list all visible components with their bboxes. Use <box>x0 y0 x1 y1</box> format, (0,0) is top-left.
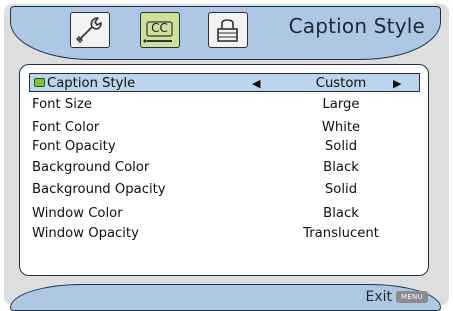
menu-row-window-color[interactable]: Window Color Black <box>32 205 404 222</box>
menu-row-font-size[interactable]: Font Size Large <box>32 96 404 113</box>
menu-row-font-opacity[interactable]: Font Opacity Solid <box>32 138 404 155</box>
cc-tab-label: CC <box>151 21 168 35</box>
menu-row-value: Black <box>323 160 359 175</box>
tab-setup[interactable] <box>70 12 110 48</box>
menu-row-value: Black <box>323 206 359 221</box>
menu-row-background-opacity[interactable]: Background Opacity Solid <box>32 181 404 198</box>
tab-lock[interactable] <box>208 12 248 48</box>
menu-row-label: Caption Style <box>47 76 136 91</box>
menu-row-value: Solid <box>324 182 358 197</box>
menu-row-value: Translucent <box>303 226 379 241</box>
menu-key-icon[interactable]: MENU <box>396 291 428 303</box>
footer-bar: Exit MENU <box>10 284 441 311</box>
menu-row-label: Font Size <box>32 97 92 112</box>
menu-row-background-color[interactable]: Background Color Black <box>32 159 404 176</box>
exit-label: Exit <box>365 289 392 305</box>
selection-icon <box>34 78 45 87</box>
menu-row-value: White <box>321 120 361 135</box>
menu-row-label: Font Color <box>32 120 100 135</box>
menu-row-window-opacity[interactable]: Window Opacity Translucent <box>32 225 404 242</box>
menu-row-value: Solid <box>324 139 358 154</box>
menu-row-label: Background Color <box>32 160 150 175</box>
wrench-icon <box>76 17 102 43</box>
menu-row-label: Window Opacity <box>32 226 139 241</box>
menu-row-label: Background Opacity <box>32 182 166 197</box>
menu-row-value: Custom <box>315 76 367 91</box>
settings-panel: Caption Style ◀ Custom ▶ Font Size Large… <box>19 64 429 276</box>
menu-row-caption-style[interactable]: Caption Style ◀ Custom ▶ <box>29 73 420 92</box>
tab-caption[interactable]: CC <box>140 12 180 48</box>
menu-row-label: Window Color <box>32 206 123 221</box>
menu-row-font-color[interactable]: Font Color White <box>32 119 404 136</box>
arrow-left-icon[interactable]: ◀ <box>252 74 260 93</box>
menu-row-label: Font Opacity <box>32 139 116 154</box>
lock-icon <box>217 19 238 42</box>
arrow-right-icon[interactable]: ▶ <box>393 74 401 93</box>
page-title: Caption Style <box>288 14 425 38</box>
menu-row-value: Large <box>322 97 360 112</box>
